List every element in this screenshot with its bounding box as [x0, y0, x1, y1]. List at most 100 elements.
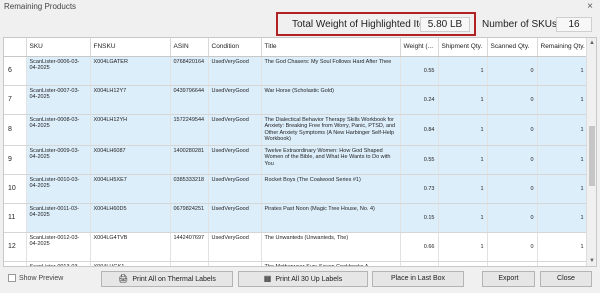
remaining-qty-cell[interactable]: 1 [537, 114, 588, 146]
fnsku-cell[interactable]: X004LH60D5 [90, 203, 171, 233]
shipment-qty-cell[interactable]: 1 [438, 203, 488, 233]
column-header-title[interactable]: Title [261, 38, 401, 57]
show-preview-checkbox[interactable]: Show Preview [8, 274, 63, 282]
sku-cell[interactable]: ScanLister-0008-03-04-2025 [26, 114, 91, 146]
condition-cell[interactable]: UsedVeryGood [208, 174, 262, 204]
table-row[interactable]: 7 ScanLister-0007-03-04-2025 X004LH12Y7 043… [4, 85, 588, 115]
title-cell[interactable]: Twelve Extraordinary Women: How God Shap… [261, 145, 401, 175]
scanned-qty-cell[interactable]: 0 [487, 203, 538, 233]
sku-cell[interactable]: ScanLister-0010-03-04-2025 [26, 174, 91, 204]
title-cell[interactable]: Pirates Past Noon (Magic Tree House, No.… [261, 203, 401, 233]
column-header-weight[interactable]: Weight (... [400, 38, 439, 57]
column-header-shipment-qty[interactable]: Shipment Qty. [438, 38, 488, 57]
checkbox-box[interactable] [8, 274, 16, 282]
asin-cell[interactable]: 1400280281 [170, 145, 209, 175]
title-cell[interactable]: The God Chasers: My Soul Follows Hard Af… [261, 56, 401, 86]
asin-cell[interactable]: 0439796644 [170, 85, 209, 115]
column-header-sku[interactable]: SKU [26, 38, 91, 57]
title-cell[interactable]: The Dialectical Behavior Therapy Skills … [261, 114, 401, 146]
remaining-products-grid[interactable]: SKU FNSKU ASIN Condition Title Weight (.… [3, 37, 597, 267]
scanned-qty-cell[interactable]: 0 [487, 56, 538, 86]
asin-cell[interactable]: 0679824251 [170, 203, 209, 233]
scrollbar-thumb[interactable] [589, 126, 595, 186]
asin-cell[interactable]: 1572249544 [170, 114, 209, 146]
condition-cell[interactable]: UsedVeryGood [208, 85, 262, 115]
table-row[interactable]: 13ScanLister-0013-03-04-2025X004LHGK1 The… [4, 261, 588, 266]
sku-cell[interactable]: ScanLister-0013-03-04-2025 [26, 261, 91, 266]
shipment-qty-cell[interactable]: 1 [438, 56, 488, 86]
shipment-qty-cell[interactable]: 1 [438, 145, 488, 175]
vertical-scrollbar[interactable]: ▲ ▼ [586, 38, 596, 266]
fnsku-cell[interactable]: X004LHGK1 [90, 261, 171, 266]
place-in-last-box-button[interactable]: Place in Last Box [372, 271, 464, 287]
remaining-qty-cell[interactable] [537, 261, 588, 266]
print-thermal-labels-button[interactable]: 🖨 Print All on Thermal Labels [101, 271, 233, 287]
remaining-qty-cell[interactable]: 1 [537, 174, 588, 204]
table-row[interactable]: 1 1 ScanLister-0011-03-04-2025 X004LH60D5 06… [4, 203, 588, 233]
remaining-qty-cell[interactable]: 1 [537, 145, 588, 175]
shipment-qty-cell[interactable]: 1 [438, 174, 488, 204]
weight-cell[interactable]: 0.15 [400, 203, 439, 233]
condition-cell[interactable]: UsedVeryGood [208, 114, 262, 146]
table-row[interactable]: 8 ScanLister-0008-03-04-2025 X004LH12YH 157… [4, 114, 588, 146]
sku-cell[interactable]: ScanLister-0009-03-04-2025 [26, 145, 91, 175]
scanned-qty-cell[interactable]: 0 [487, 174, 538, 204]
weight-cell[interactable]: 0.84 [400, 114, 439, 146]
asin-cell[interactable]: 0385333218 [170, 174, 209, 204]
remaining-qty-cell[interactable]: 1 [537, 56, 588, 86]
weight-cell[interactable] [400, 261, 439, 266]
scanned-qty-cell[interactable]: 0 [487, 85, 538, 115]
table-row[interactable]: 9 ScanLister-0009-03-04-2025 X004LH6087 140… [4, 145, 588, 175]
scanned-qty-cell[interactable]: 0 [487, 232, 538, 262]
shipment-qty-cell[interactable]: 1 [438, 114, 488, 146]
shipment-qty-cell[interactable]: 1 [438, 85, 488, 115]
condition-cell[interactable]: UsedVeryGood [208, 56, 262, 86]
scanned-qty-cell[interactable]: 0 [487, 114, 538, 146]
condition-cell[interactable]: UsedVeryGood [208, 203, 262, 233]
title-cell[interactable]: Rocket Boys (The Coalwood Series #1) [261, 174, 401, 204]
scanned-qty-cell[interactable]: 0 [487, 145, 538, 175]
column-header-condition[interactable]: Condition [208, 38, 262, 57]
condition-cell[interactable] [208, 261, 262, 266]
scanned-qty-cell[interactable] [487, 261, 538, 266]
sku-cell[interactable]: ScanLister-0006-03-04-2025 [26, 56, 91, 86]
weight-cell[interactable]: 0.55 [400, 145, 439, 175]
table-row[interactable]: 12 ScanLister-0012-03-04-2025 X004LG4TVB 14… [4, 232, 588, 262]
table-row[interactable]: 6 ScanLister-0006-03-04-2025 X004LGATER 076… [4, 56, 588, 86]
asin-cell[interactable]: 1442407697 [170, 232, 209, 262]
export-button[interactable]: Export [482, 271, 535, 287]
close-button[interactable]: Close [540, 271, 592, 287]
weight-cell[interactable]: 0.55 [400, 56, 439, 86]
remaining-qty-cell[interactable]: 1 [537, 232, 588, 262]
fnsku-cell[interactable]: X004LH12Y7 [90, 85, 171, 115]
title-cell[interactable]: The Unwanteds (Unwanteds, The) [261, 232, 401, 262]
shipment-qty-cell[interactable] [438, 261, 488, 266]
column-header-asin[interactable]: ASIN [170, 38, 209, 57]
title-cell[interactable]: The Motherwear Sun: Seven Cookbooks A [261, 261, 401, 266]
title-cell[interactable]: War Horse (Scholastic Gold) [261, 85, 401, 115]
fnsku-cell[interactable]: X004LH5XE7 [90, 174, 171, 204]
print-30-up-labels-button[interactable]: ▦ Print All 30 Up Labels [238, 271, 368, 287]
column-header-scanned-qty[interactable]: Scanned Qty. [487, 38, 538, 57]
column-header-fnsku[interactable]: FNSKU [90, 38, 171, 57]
scroll-up-arrow-icon[interactable]: ▲ [587, 38, 596, 48]
fnsku-cell[interactable]: X004LG4TVB [90, 232, 171, 262]
condition-cell[interactable]: UsedVeryGood [208, 145, 262, 175]
sku-cell[interactable]: ScanLister-0007-03-04-2025 [26, 85, 91, 115]
fnsku-cell[interactable]: X004LH6087 [90, 145, 171, 175]
asin-cell[interactable]: 0768420164 [170, 56, 209, 86]
sku-cell[interactable]: ScanLister-0011-03-04-2025 [26, 203, 91, 233]
condition-cell[interactable]: UsedVeryGood [208, 232, 262, 262]
remaining-qty-cell[interactable]: 1 [537, 85, 588, 115]
asin-cell[interactable] [170, 261, 209, 266]
shipment-qty-cell[interactable]: 1 [438, 232, 488, 262]
weight-cell[interactable]: 0.73 [400, 174, 439, 204]
fnsku-cell[interactable]: X004LH12YH [90, 114, 171, 146]
remaining-qty-cell[interactable]: 1 [537, 203, 588, 233]
scroll-down-arrow-icon[interactable]: ▼ [587, 256, 596, 266]
table-row[interactable]: 10 ScanLister-0010-03-04-2025 X004LH5XE7 03… [4, 174, 588, 204]
sku-cell[interactable]: ScanLister-0012-03-04-2025 [26, 232, 91, 262]
fnsku-cell[interactable]: X004LGATER [90, 56, 171, 86]
weight-cell[interactable]: 0.24 [400, 85, 439, 115]
weight-cell[interactable]: 0.66 [400, 232, 439, 262]
